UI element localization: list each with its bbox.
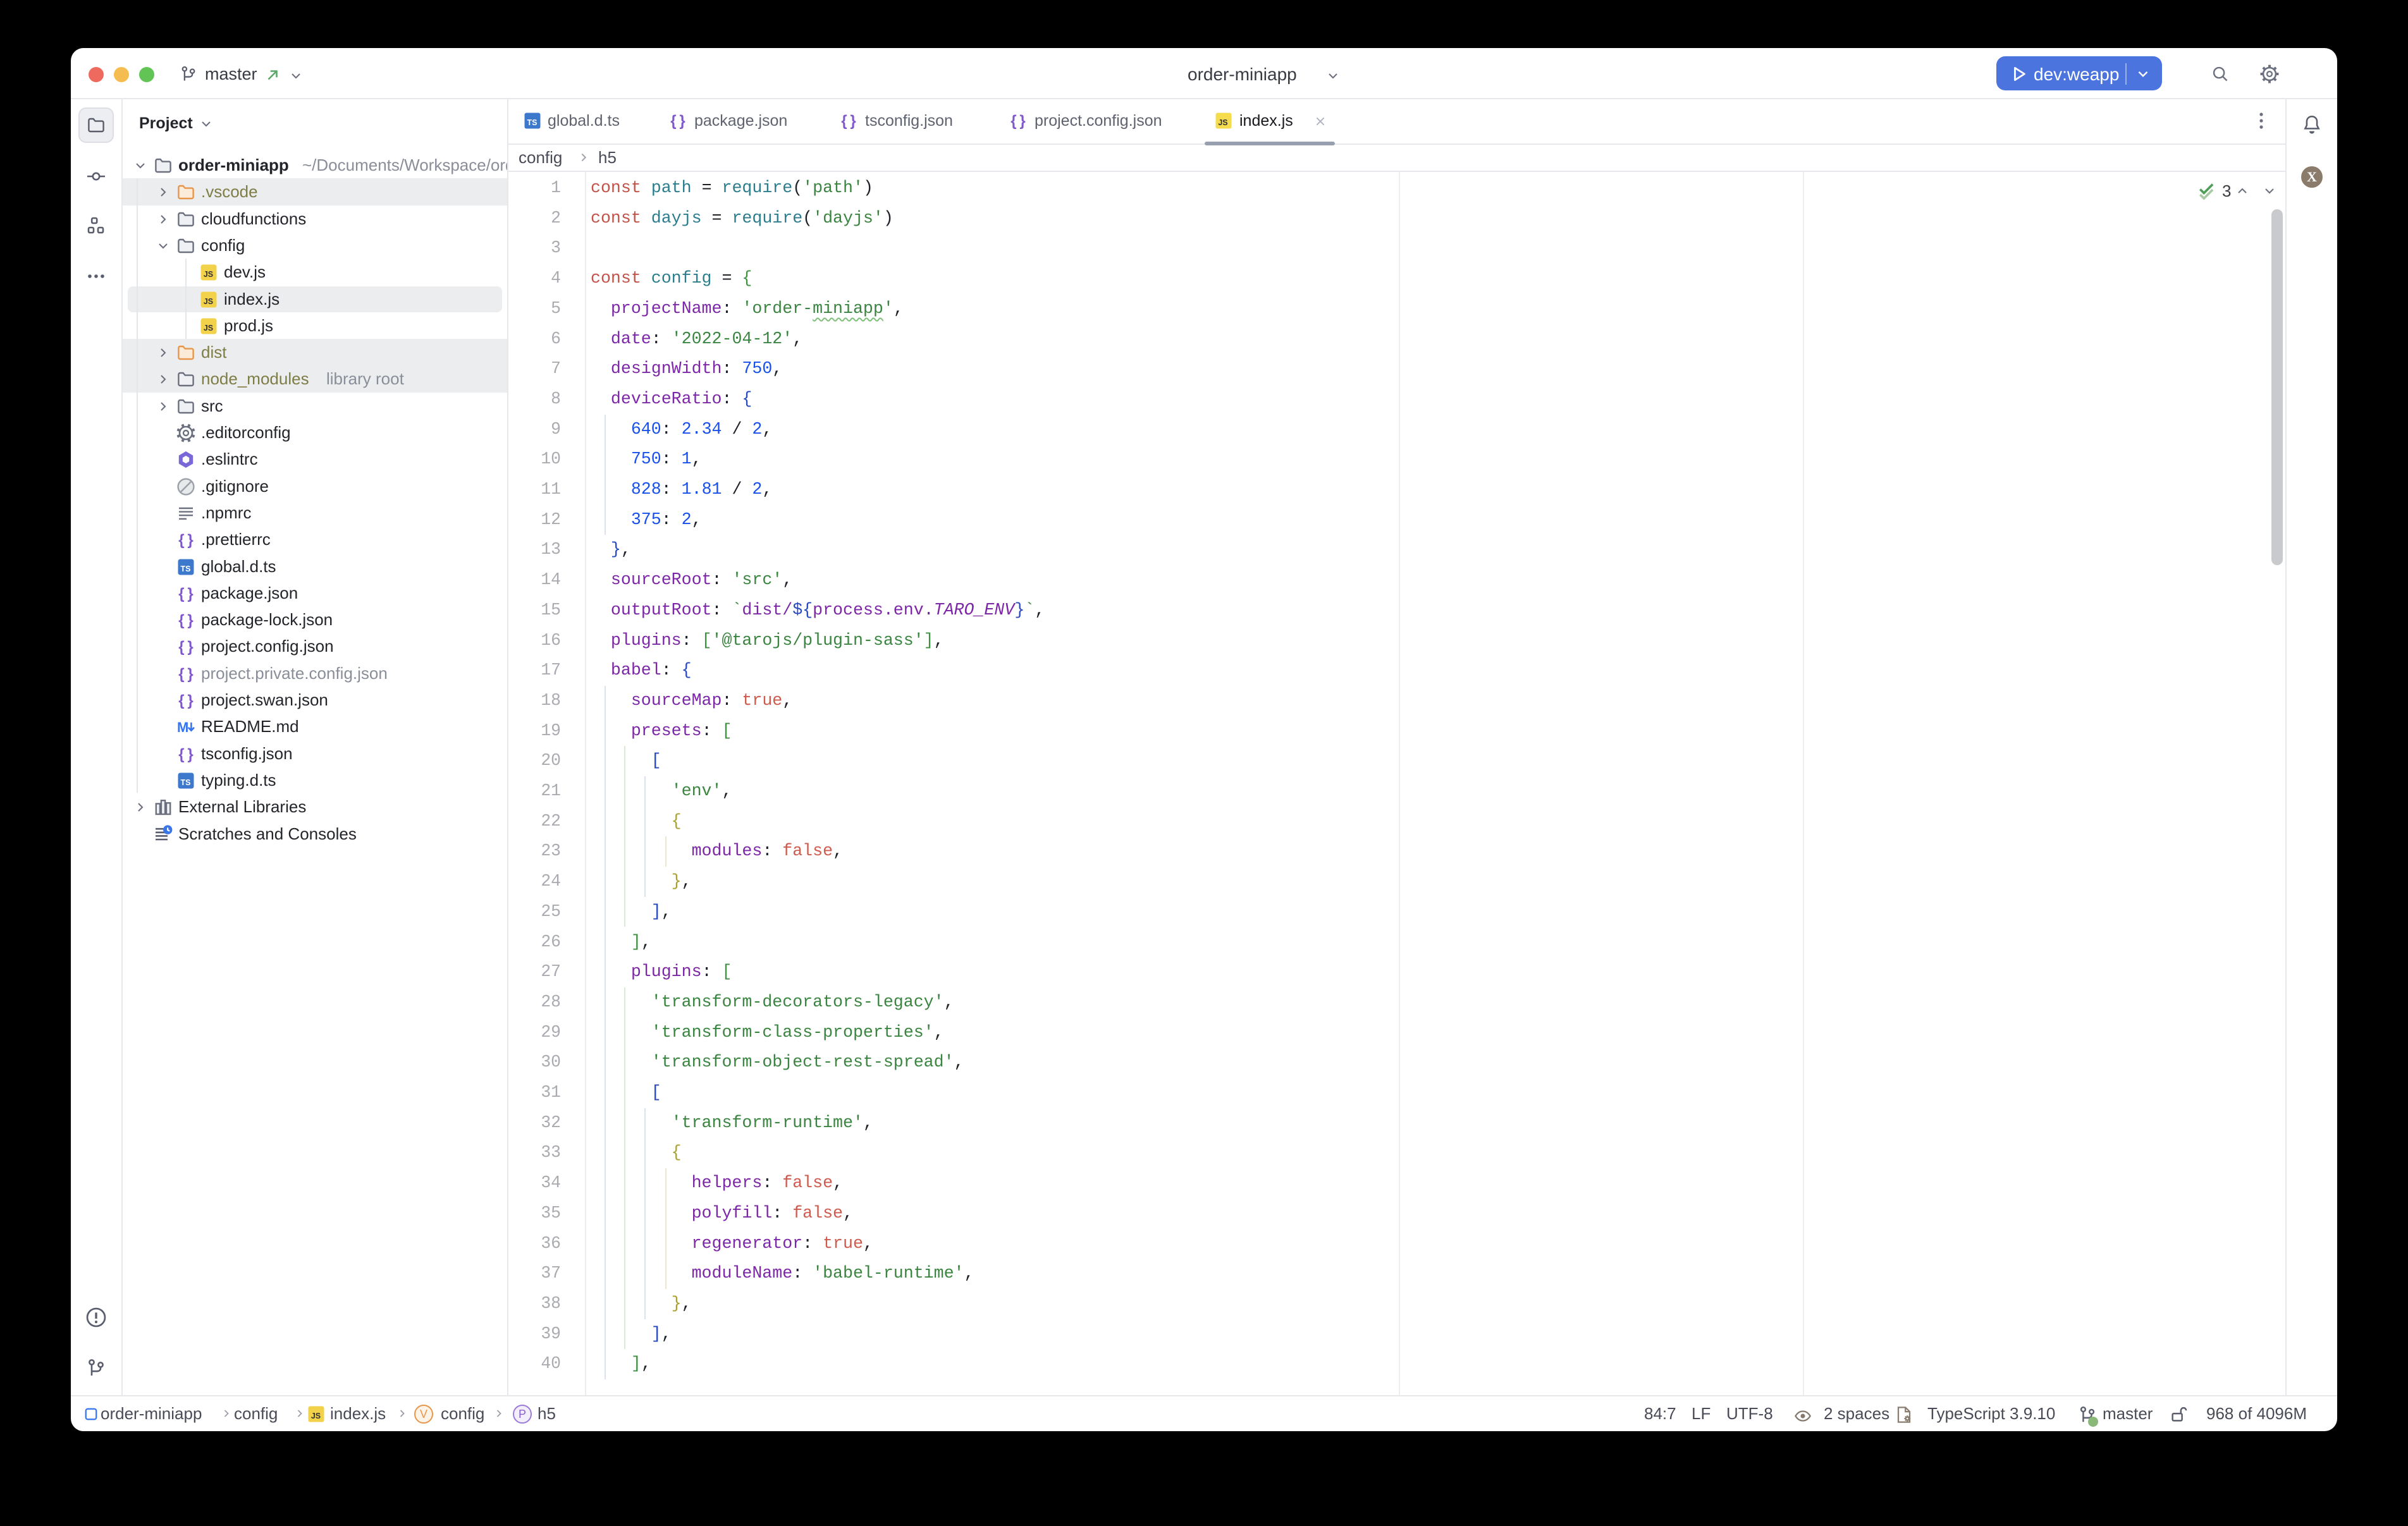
svg-text:{ }: { } — [178, 532, 193, 549]
svg-text:M: M — [177, 719, 188, 735]
svg-text:{ }: { } — [178, 666, 193, 683]
svg-text:{ }: { } — [178, 746, 193, 763]
svg-text:JS: JS — [204, 324, 213, 333]
svg-text:{ }: { } — [841, 113, 856, 130]
svg-text:JS: JS — [204, 270, 213, 279]
svg-text:{ }: { } — [178, 612, 193, 629]
svg-text:{ }: { } — [670, 113, 685, 130]
svg-text:TS: TS — [181, 565, 191, 573]
svg-text:JS: JS — [311, 1412, 321, 1420]
svg-text:TS: TS — [527, 118, 538, 127]
svg-text:{ }: { } — [178, 585, 193, 602]
svg-text:TS: TS — [181, 778, 191, 787]
svg-text:{ }: { } — [178, 692, 193, 709]
svg-text:JS: JS — [204, 297, 213, 306]
svg-text:JS: JS — [1218, 118, 1227, 127]
svg-text:{ }: { } — [178, 638, 193, 656]
svg-text:{ }: { } — [1010, 113, 1025, 130]
